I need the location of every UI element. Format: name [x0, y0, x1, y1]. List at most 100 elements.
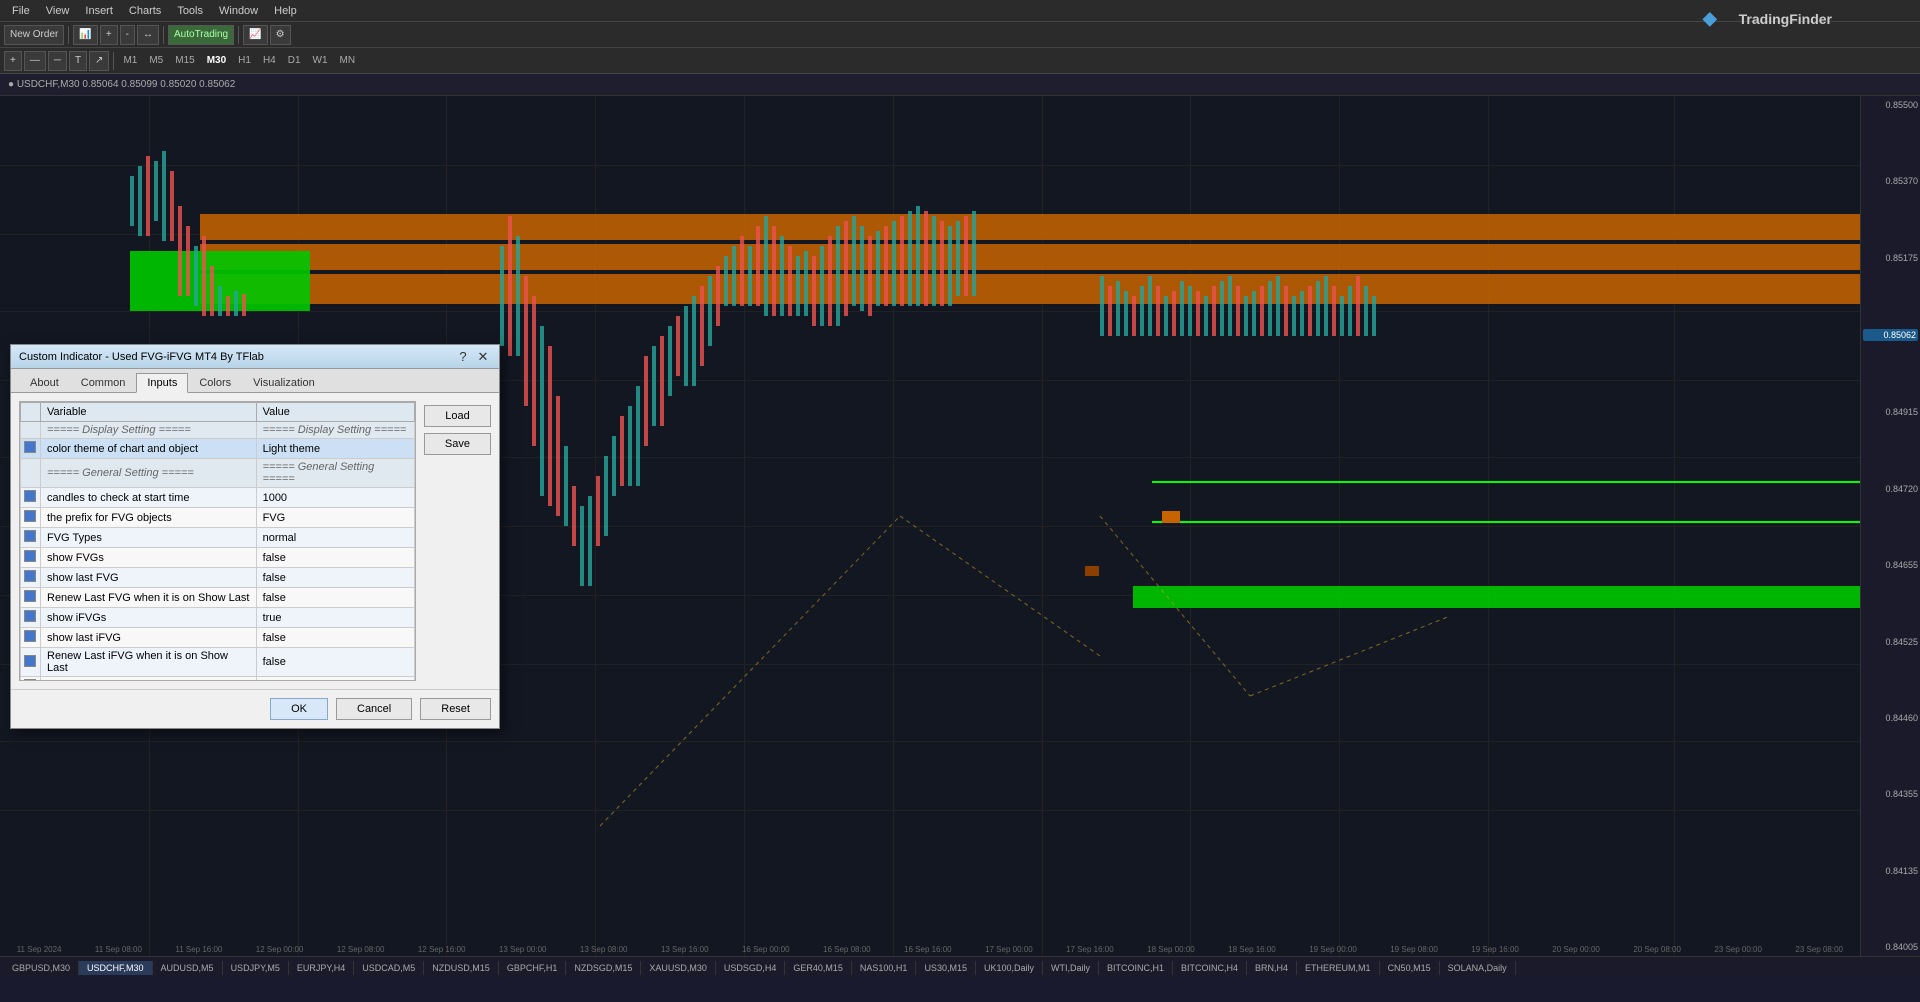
settings-btn[interactable]: ⚙	[270, 25, 291, 45]
ok-btn[interactable]: OK	[270, 698, 328, 720]
load-btn[interactable]: Load	[424, 405, 491, 427]
menu-view[interactable]: View	[38, 5, 78, 17]
bottom-tab[interactable]: USDCAD,M5	[354, 961, 424, 975]
row-value: false	[256, 588, 414, 608]
tf-m5[interactable]: M5	[144, 53, 168, 68]
table-row[interactable]: Renew Last FVG when it is on Show Lastfa…	[21, 588, 415, 608]
dialog-controls: ? ✕	[455, 349, 491, 365]
row-icon	[21, 459, 41, 488]
tab-colors[interactable]: Colors	[188, 373, 242, 392]
bottom-tab[interactable]: GBPCHF,H1	[499, 961, 567, 975]
reset-btn[interactable]: Reset	[420, 698, 491, 720]
table-row[interactable]: show last FVGfalse	[21, 568, 415, 588]
bottom-tab[interactable]: US30,M15	[916, 961, 976, 975]
bottom-tab[interactable]: UK100,Daily	[976, 961, 1043, 975]
dialog-close-btn[interactable]: ✕	[475, 349, 491, 365]
tf-m30[interactable]: M30	[202, 53, 231, 68]
bottom-tab[interactable]: USDCHF,M30	[79, 961, 153, 975]
cancel-btn[interactable]: Cancel	[336, 698, 412, 720]
bottom-tab[interactable]: WTI,Daily	[1043, 961, 1099, 975]
bottom-tab[interactable]: BITCOINC,H1	[1099, 961, 1173, 975]
bottom-tab[interactable]: CN50,M15	[1380, 961, 1440, 975]
menu-insert[interactable]: Insert	[77, 5, 121, 17]
table-row[interactable]: show FVGsfalse	[21, 548, 415, 568]
tab-visualization[interactable]: Visualization	[242, 373, 326, 392]
menu-charts[interactable]: Charts	[121, 5, 169, 17]
row-variable: show FVGs	[41, 548, 257, 568]
row-variable: color theme of chart and object	[41, 439, 257, 459]
tf-d1[interactable]: D1	[283, 53, 306, 68]
bottom-tab[interactable]: USDSGD,H4	[716, 961, 786, 975]
dialog-buttons: OK Cancel Reset	[11, 689, 499, 728]
table-row[interactable]: color theme of chart and objectLight the…	[21, 439, 415, 459]
menu-help[interactable]: Help	[266, 5, 305, 17]
row-variable: ===== General Setting =====	[41, 459, 257, 488]
row-variable: Renew Last FVG when it is on Show Last	[41, 588, 257, 608]
tab-inputs[interactable]: Inputs	[136, 373, 188, 393]
row-value: Light theme	[256, 439, 414, 459]
row-icon	[21, 608, 41, 628]
tf-mn[interactable]: MN	[335, 53, 361, 68]
tab-about[interactable]: About	[19, 373, 70, 392]
params-table-wrapper[interactable]: Variable Value ===== Display Setting ===…	[19, 401, 416, 681]
line-btn[interactable]: —	[24, 51, 46, 71]
scroll-btn[interactable]: ↔	[137, 25, 159, 45]
bottom-tab[interactable]: EURJPY,H4	[289, 961, 354, 975]
bottom-tab[interactable]: NZDSGD,M15	[566, 961, 641, 975]
text-btn[interactable]: T	[69, 51, 87, 71]
zoom-out-btn[interactable]: -	[120, 25, 135, 45]
bottom-tab[interactable]: BITCOINC,H4	[1173, 961, 1247, 975]
table-row[interactable]: candles to check at start time1000	[21, 488, 415, 508]
bottom-tab[interactable]: GER40,M15	[785, 961, 852, 975]
indicator-btn[interactable]: 📈	[243, 25, 267, 45]
menu-file[interactable]: File	[4, 5, 38, 17]
table-row[interactable]: FVG Typesnormal	[21, 528, 415, 548]
tf-m1[interactable]: M1	[118, 53, 142, 68]
table-row[interactable]: Invalid with candle closetrue	[21, 677, 415, 682]
dialog-content: Variable Value ===== Display Setting ===…	[11, 393, 499, 689]
charts-btn[interactable]: 📊	[73, 25, 97, 45]
row-variable: show last FVG	[41, 568, 257, 588]
bottom-tab[interactable]: AUDUSD,M5	[153, 961, 223, 975]
row-icon	[21, 648, 41, 677]
tf-w1[interactable]: W1	[308, 53, 333, 68]
bottom-tab[interactable]: BRN,H4	[1247, 961, 1297, 975]
bottom-tab[interactable]: GBPUSD,M30	[4, 961, 79, 975]
bottom-tab[interactable]: ETHEREUM,M1	[1297, 961, 1380, 975]
autotrading-btn[interactable]: AutoTrading	[168, 25, 234, 45]
tf-m15[interactable]: M15	[170, 53, 199, 68]
tf-h4[interactable]: H4	[258, 53, 281, 68]
bottom-tab[interactable]: SOLANA,Daily	[1440, 961, 1516, 975]
tradingfinder-logo: ◆ TradingFinder	[1695, 8, 1840, 29]
crosshair-btn[interactable]: +	[4, 51, 22, 71]
row-value: 1000	[256, 488, 414, 508]
row-variable: Renew Last iFVG when it is on Show Last	[41, 648, 257, 677]
table-row[interactable]: show last iFVGfalse	[21, 628, 415, 648]
bottom-tabs: GBPUSD,M30USDCHF,M30AUDUSD,M5USDJPY,M5EU…	[0, 956, 1920, 978]
table-row[interactable]: Renew Last iFVG when it is on Show Lastf…	[21, 648, 415, 677]
hline-btn[interactable]: ─	[48, 51, 67, 71]
zoom-in-btn[interactable]: +	[100, 25, 118, 45]
tf-h1[interactable]: H1	[233, 53, 256, 68]
dialog-help-btn[interactable]: ?	[455, 349, 471, 365]
tab-common[interactable]: Common	[70, 373, 137, 392]
bottom-tab[interactable]: NAS100,H1	[852, 961, 917, 975]
table-row[interactable]: show iFVGstrue	[21, 608, 415, 628]
table-row[interactable]: the prefix for FVG objectsFVG	[21, 508, 415, 528]
row-icon	[21, 528, 41, 548]
new-order-btn[interactable]: New Order	[4, 25, 64, 45]
arrow-btn[interactable]: ↗	[89, 51, 109, 71]
bottom-tab[interactable]: XAUUSD,M30	[641, 961, 716, 975]
indicator-dialog: Custom Indicator - Used FVG-iFVG MT4 By …	[10, 344, 500, 729]
table-row[interactable]: ===== Display Setting ========== Display…	[21, 422, 415, 439]
save-btn[interactable]: Save	[424, 433, 491, 455]
menu-tools[interactable]: Tools	[169, 5, 211, 17]
menu-window[interactable]: Window	[211, 5, 266, 17]
bottom-tab[interactable]: USDJPY,M5	[223, 961, 289, 975]
table-row[interactable]: ===== General Setting ========== General…	[21, 459, 415, 488]
row-value: false	[256, 648, 414, 677]
row-value: ===== General Setting =====	[256, 459, 414, 488]
row-value: true	[256, 608, 414, 628]
chart-area[interactable]: 11 Sep 202411 Sep 08:0011 Sep 16:0012 Se…	[0, 96, 1920, 956]
bottom-tab[interactable]: NZDUSD,M15	[424, 961, 499, 975]
